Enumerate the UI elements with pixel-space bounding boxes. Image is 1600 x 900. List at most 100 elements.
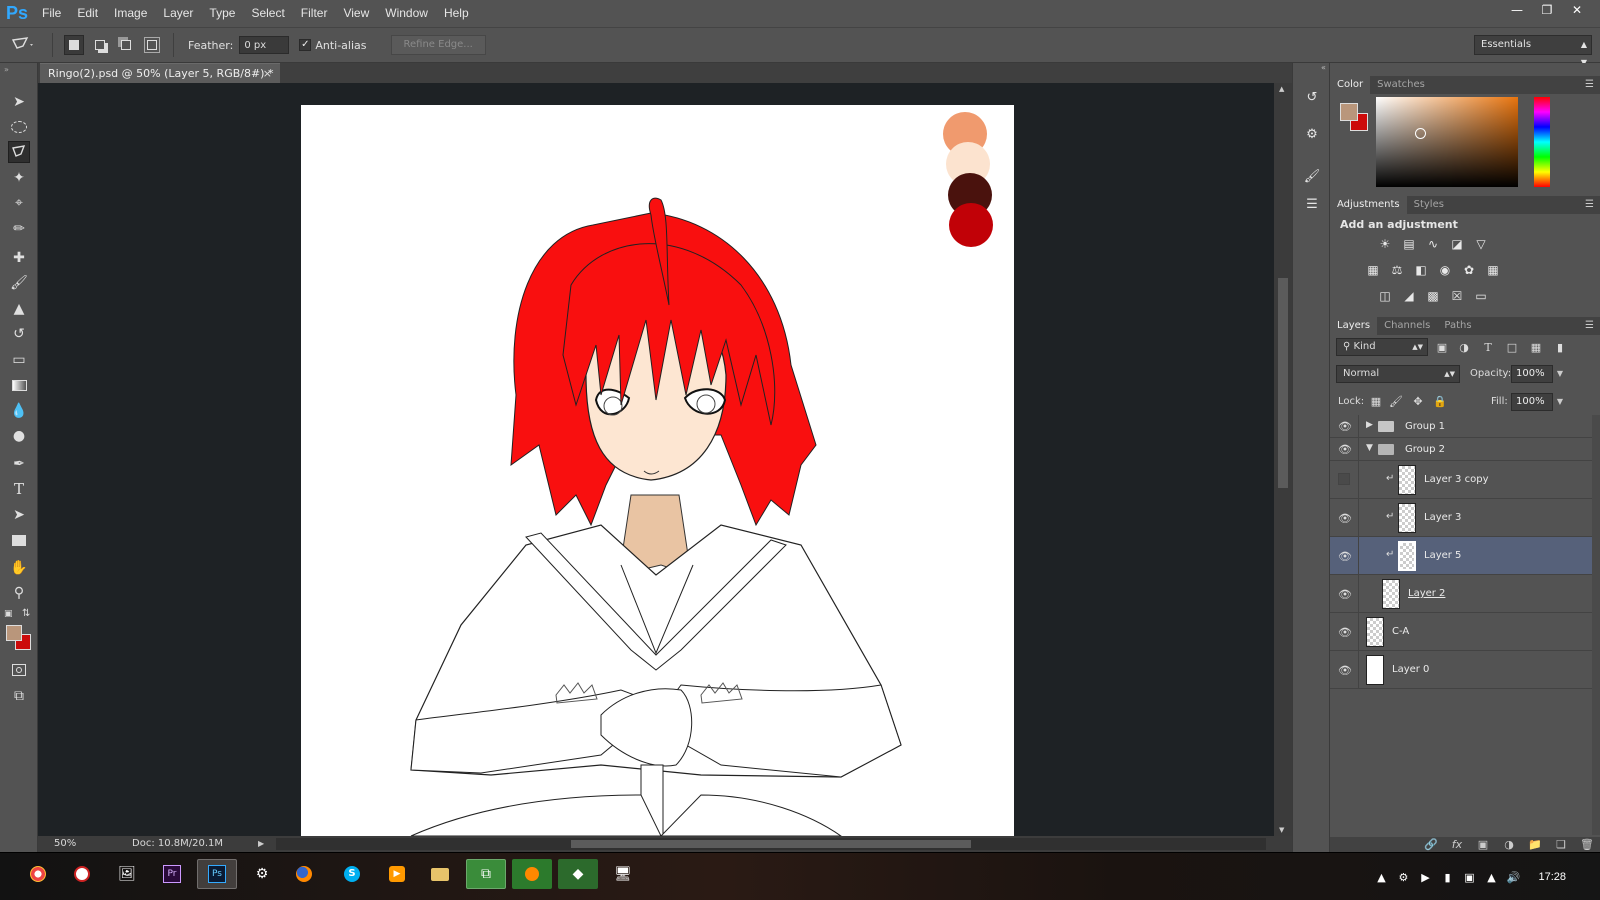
lock-image-icon[interactable]: 🖌 — [1388, 393, 1404, 409]
swap-colors-icon[interactable]: ⇅ — [22, 608, 30, 619]
photo-filter-icon[interactable]: ◉ — [1436, 262, 1454, 278]
layer-row-layer-5[interactable]: 👁 ↵ Layer 5 — [1330, 537, 1592, 575]
vertical-scroll-thumb[interactable] — [1278, 278, 1288, 488]
quick-mask-icon[interactable] — [8, 659, 30, 681]
posterize-icon[interactable]: ◢ — [1400, 288, 1418, 304]
vertical-scrollbar[interactable]: ▲ ▼ — [1274, 83, 1292, 836]
vibrance-icon[interactable]: ▽ — [1472, 236, 1490, 252]
color-picker-field[interactable] — [1376, 97, 1518, 187]
layer-filter-select[interactable]: ⚲ Kind ▲▼ — [1336, 338, 1428, 356]
type-icon[interactable]: T — [8, 478, 30, 500]
filter-smart-object-icon[interactable]: ▦ — [1528, 339, 1544, 355]
crop-icon[interactable]: ⌖ — [8, 192, 30, 214]
foreground-color-swatch[interactable] — [6, 625, 22, 641]
workspace-select[interactable]: Essentials ▲▼ — [1474, 35, 1592, 67]
minimize-icon[interactable]: — — [1502, 0, 1532, 20]
black-white-icon[interactable]: ◧ — [1412, 262, 1430, 278]
dodge-icon[interactable]: ● — [8, 425, 30, 447]
new-group-icon[interactable]: 📁 — [1522, 838, 1548, 851]
collapse-triangle-icon[interactable]: ▼ — [1366, 443, 1373, 453]
layer-row-layer-3-copy[interactable]: ↵ Layer 3 copy — [1330, 461, 1592, 499]
close-icon[interactable]: ✕ — [1562, 0, 1592, 20]
levels-icon[interactable]: ▤ — [1400, 236, 1418, 252]
tab-paths[interactable]: Paths — [1437, 317, 1478, 335]
healing-brush-icon[interactable]: ✚ — [8, 247, 30, 269]
image-viewer-icon[interactable]: 🖼 — [107, 859, 147, 889]
visibility-toggle-off[interactable] — [1338, 473, 1350, 485]
brush-icon[interactable]: 🖌 — [8, 272, 30, 294]
color-lookup-icon[interactable]: ▦ — [1484, 262, 1502, 278]
new-layer-icon[interactable]: ❏ — [1548, 838, 1574, 851]
screen-capture-icon[interactable]: 🖥 — [603, 859, 643, 889]
invert-icon[interactable]: ◫ — [1376, 288, 1394, 304]
eye-icon[interactable]: 👁 — [1338, 587, 1352, 601]
status-menu-icon[interactable]: ▶ — [258, 836, 264, 852]
opacity-slider-icon[interactable]: ▼ — [1554, 365, 1566, 383]
menu-window[interactable]: Window — [377, 0, 436, 27]
magic-wand-icon[interactable]: ✦ — [8, 167, 30, 189]
menu-filter[interactable]: Filter — [293, 0, 336, 27]
power-icon[interactable]: ▮ — [1436, 871, 1458, 884]
menu-help[interactable]: Help — [436, 0, 477, 27]
layer-row-layer-2[interactable]: 👁 Layer 2 — [1330, 575, 1592, 613]
antialias-checkbox[interactable]: ✓ Anti-alias — [299, 39, 367, 52]
properties-panel-icon[interactable]: ⚙ — [1302, 124, 1322, 144]
zoom-level[interactable]: 50% — [54, 836, 76, 852]
channel-mixer-icon[interactable]: ✿ — [1460, 262, 1478, 278]
default-colors-icon[interactable]: ▣ — [4, 609, 13, 619]
history-panel-icon[interactable]: ↺ — [1302, 87, 1322, 107]
menu-file[interactable]: File — [34, 0, 69, 27]
color-panel-foreground-swatch[interactable] — [1340, 103, 1358, 121]
arrow-tray-icon[interactable]: ▶ — [1414, 871, 1436, 884]
lock-position-icon[interactable]: ✥ — [1410, 393, 1426, 409]
visual-studio-icon[interactable]: ⧉ — [466, 859, 506, 889]
photoshop-icon[interactable]: Ps — [197, 859, 237, 889]
new-selection-button[interactable] — [64, 35, 84, 55]
canvas-area[interactable] — [38, 83, 1292, 836]
chrome-icon[interactable] — [18, 859, 58, 889]
fill-input[interactable]: 100% — [1511, 393, 1553, 411]
gradient-map-icon[interactable]: ▭ — [1472, 288, 1490, 304]
menu-layer[interactable]: Layer — [155, 0, 201, 27]
document-canvas[interactable] — [301, 105, 1014, 836]
hue-saturation-icon[interactable]: ▦ — [1364, 262, 1382, 278]
exposure-icon[interactable]: ◪ — [1448, 236, 1466, 252]
premiere-icon[interactable]: Pr — [152, 859, 192, 889]
eyedropper-icon[interactable]: ✏ — [8, 218, 30, 240]
menu-image[interactable]: Image — [106, 0, 155, 27]
rectangle-icon[interactable] — [8, 529, 30, 551]
paint-icon[interactable]: ⚙ — [242, 859, 282, 889]
gradient-icon[interactable] — [8, 374, 30, 396]
delete-layer-icon[interactable]: 🗑 — [1574, 838, 1600, 851]
curves-icon[interactable]: ∿ — [1424, 236, 1442, 252]
tab-channels[interactable]: Channels — [1377, 317, 1437, 335]
screen-mode-icon[interactable]: ⧉ — [8, 685, 30, 707]
color-cursor[interactable] — [1415, 128, 1426, 139]
clone-stamp-icon[interactable]: ▲ — [8, 298, 30, 320]
display-icon[interactable]: ▣ — [1458, 871, 1480, 884]
hue-slider[interactable] — [1534, 97, 1550, 187]
panel-menu-icon[interactable]: ☰ — [1585, 76, 1594, 94]
eye-icon[interactable]: 👁 — [1338, 625, 1352, 639]
menu-edit[interactable]: Edit — [69, 0, 106, 27]
blend-mode-select[interactable]: Normal ▲▼ — [1336, 365, 1460, 383]
eraser-icon[interactable]: ▭ — [8, 349, 30, 371]
menu-select[interactable]: Select — [243, 0, 292, 27]
document-tab[interactable]: Ringo(2).psd @ 50% (Layer 5, RGB/8#) * × — [40, 63, 280, 83]
path-selection-icon[interactable]: ➤ — [8, 504, 30, 526]
tab-adjustments[interactable]: Adjustments — [1330, 196, 1407, 214]
adjustment-layer-icon[interactable]: ◑ — [1496, 838, 1522, 851]
layer-style-icon[interactable]: fx — [1444, 838, 1470, 851]
lock-all-icon[interactable]: 🔒 — [1432, 393, 1448, 409]
tab-swatches[interactable]: Swatches — [1370, 76, 1432, 94]
tab-color[interactable]: Color — [1330, 76, 1371, 94]
tab-layers[interactable]: Layers — [1330, 317, 1378, 335]
opacity-input[interactable]: 100% — [1511, 365, 1553, 383]
add-mask-icon[interactable]: ▣ — [1470, 838, 1496, 851]
avast-icon[interactable] — [512, 859, 552, 889]
app-icon[interactable] — [62, 859, 102, 889]
skype-icon[interactable]: S — [332, 859, 372, 889]
steam-icon[interactable]: ⚙ — [1392, 871, 1414, 884]
file-explorer-icon[interactable] — [420, 859, 460, 889]
intersect-selection-button[interactable] — [142, 35, 162, 55]
